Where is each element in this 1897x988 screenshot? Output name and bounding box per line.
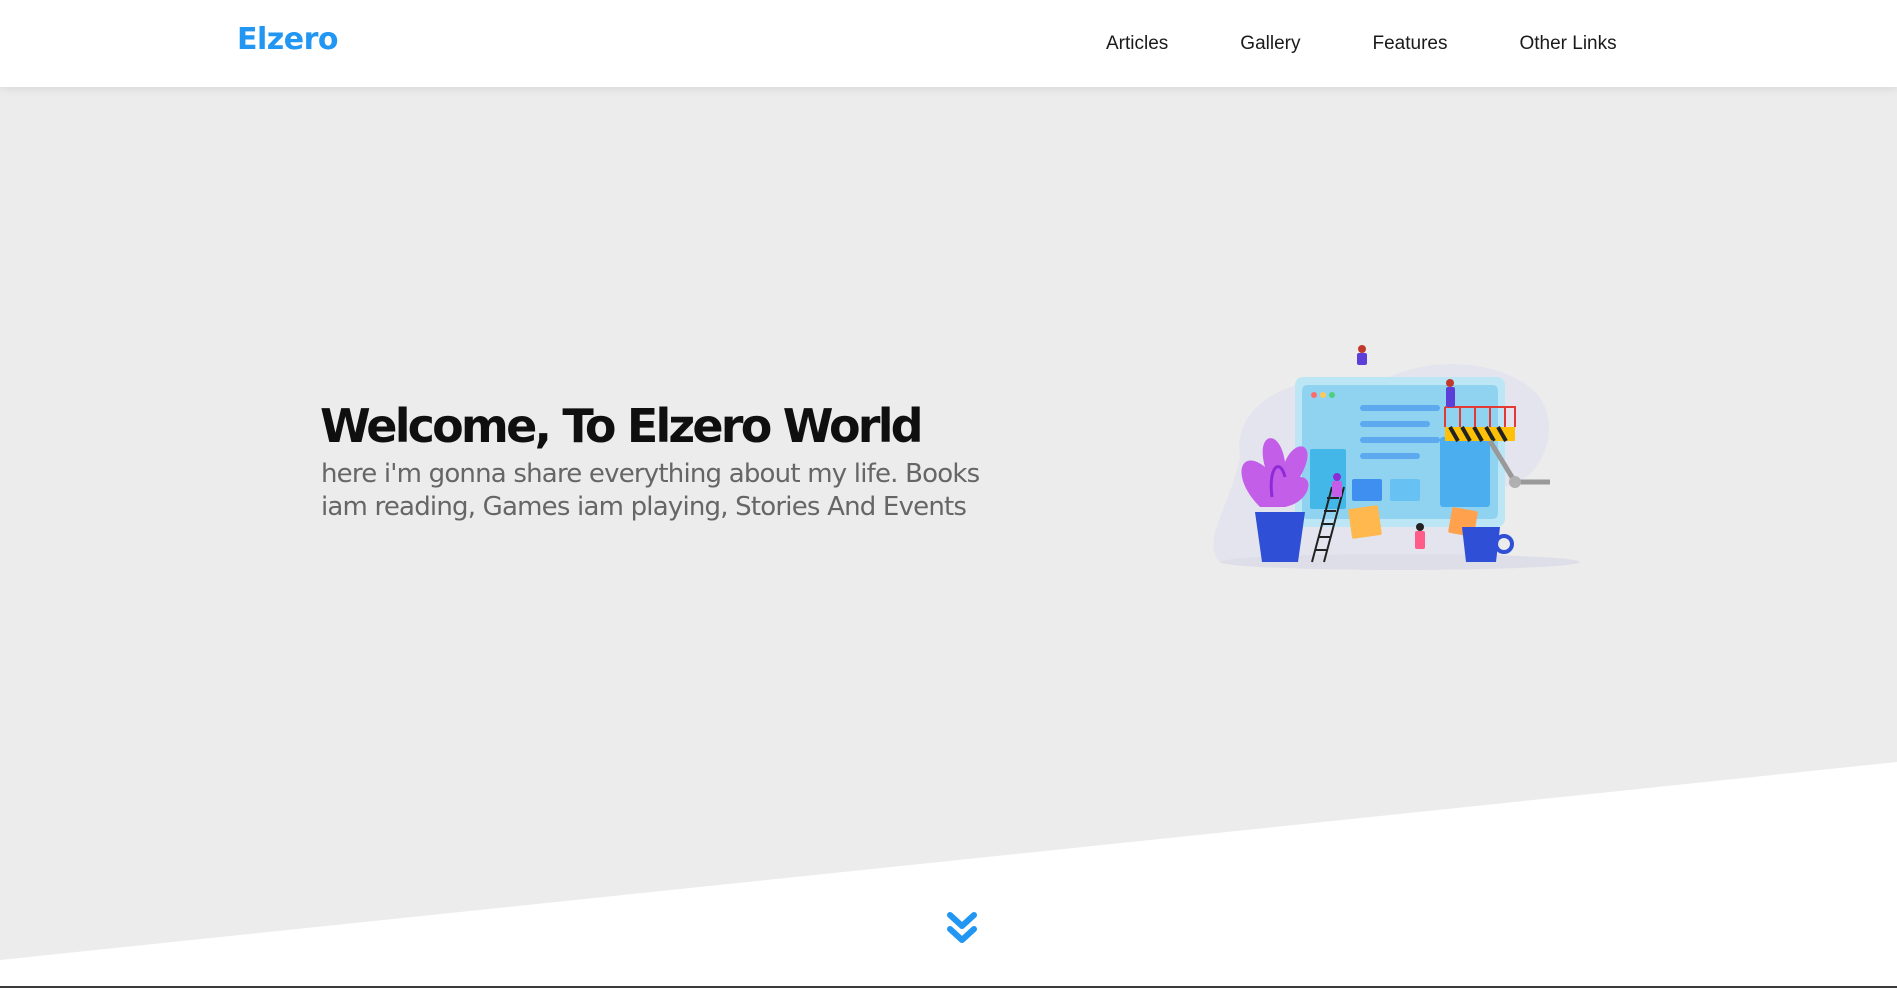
landing-title: Welcome, To Elzero World — [320, 399, 924, 453]
nav-link-other-links[interactable]: Other Links — [1483, 0, 1652, 87]
nav-link-gallery[interactable]: Gallery — [1204, 0, 1336, 87]
landing-text: here i'm gonna share everything about my… — [321, 459, 980, 522]
nav-link-features[interactable]: Features — [1336, 0, 1483, 87]
double-chevron-down-icon[interactable] — [945, 910, 979, 948]
logo[interactable]: Elzero — [237, 22, 339, 57]
site-header: Elzero Articles Gallery Features Other L… — [0, 0, 1897, 87]
nav-link-articles[interactable]: Articles — [1070, 0, 1204, 87]
landing-section: Welcome, To Elzero World here i'm gonna … — [0, 87, 1897, 960]
landing-illustration — [1213, 345, 1580, 570]
main-nav: Articles Gallery Features Other Links — [1070, 0, 1653, 87]
